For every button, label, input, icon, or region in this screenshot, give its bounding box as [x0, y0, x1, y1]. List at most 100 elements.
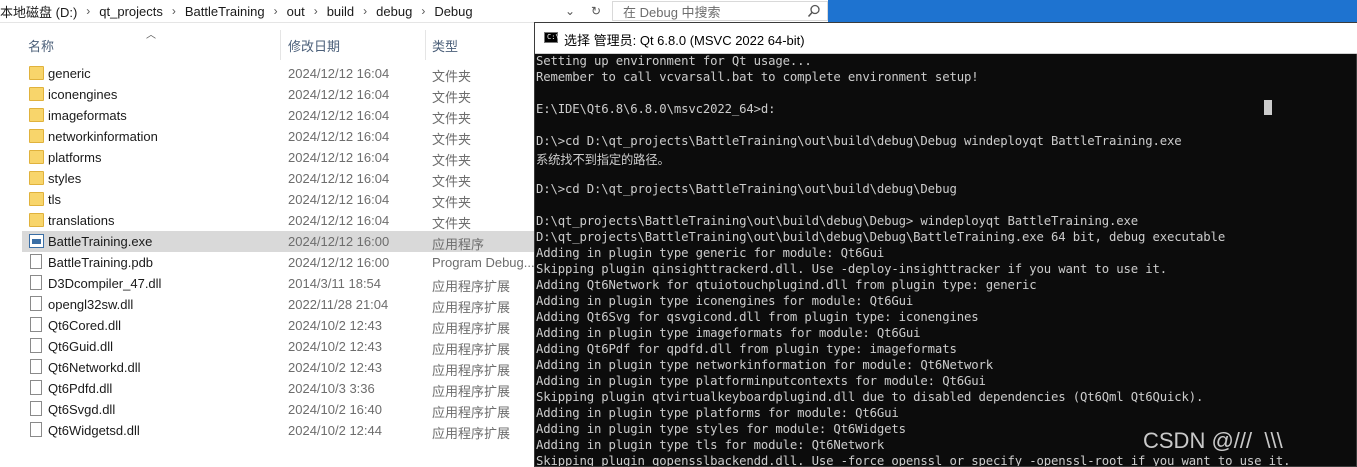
dll-icon	[30, 275, 42, 290]
search-input[interactable]: 在 Debug 中搜索	[612, 1, 828, 21]
console-line: Adding Qt6Svg for qsvgicond.dll from plu…	[536, 310, 979, 324]
file-date: 2024/12/12 16:04	[288, 129, 390, 144]
address-bar[interactable]: 本地磁盘 (D:) › qt_projects › BattleTraining › out…	[0, 0, 540, 23]
file-row[interactable]: Qt6Widgetsd.dll 2024/10/2 12:44 应用程序扩展	[22, 420, 540, 441]
file-row[interactable]: BattleTraining.exe 2024/12/12 16:00 应用程序	[22, 231, 540, 252]
file-type: 文件夹	[432, 111, 472, 126]
breadcrumb-item[interactable]: 本地磁盘 (D:)	[0, 2, 77, 21]
file-type: 文件夹	[432, 69, 472, 84]
file-row[interactable]: iconengines 2024/12/12 16:04 文件夹	[22, 84, 540, 105]
file-name: Qt6Widgetsd.dll	[48, 423, 140, 438]
column-type[interactable]: 类型	[432, 36, 458, 55]
file-name: translations	[48, 213, 115, 228]
file-date: 2024/12/12 16:04	[288, 66, 390, 81]
chevron-right-icon[interactable]: ›	[354, 4, 376, 18]
dll-icon	[30, 338, 42, 353]
console-line: Adding Qt6Network for qtuiotouchplugind.…	[536, 278, 1037, 292]
file-name: iconengines	[48, 87, 118, 102]
file-row[interactable]: Qt6Cored.dll 2024/10/2 12:43 应用程序扩展	[22, 315, 540, 336]
file-type: 应用程序扩展	[432, 363, 511, 378]
chevron-right-icon[interactable]: ›	[77, 4, 99, 18]
file-row[interactable]: platforms 2024/12/12 16:04 文件夹	[22, 147, 540, 168]
console-title: 选择 管理员: Qt 6.8.0 (MSVC 2022 64-bit)	[564, 33, 805, 48]
file-name: Qt6Cored.dll	[48, 318, 121, 333]
file-row[interactable]: opengl32sw.dll 2022/11/28 21:04 应用程序扩展	[22, 294, 540, 315]
exe-icon	[29, 234, 44, 248]
file-date: 2024/10/2 16:40	[288, 402, 382, 417]
dll-icon	[30, 359, 42, 374]
chevron-right-icon[interactable]: ›	[265, 4, 287, 18]
file-date: 2024/10/2 12:43	[288, 318, 382, 333]
file-row[interactable]: translations 2024/12/12 16:04 文件夹	[22, 210, 540, 231]
file-date: 2024/12/12 16:04	[288, 108, 390, 123]
file-type: 应用程序扩展	[432, 405, 511, 420]
breadcrumb-item[interactable]: out	[287, 4, 305, 19]
file-type: 应用程序扩展	[432, 426, 511, 441]
file-type: 文件夹	[432, 132, 472, 147]
folder-icon	[29, 171, 44, 185]
console-line: Adding in plugin type generic for module…	[536, 246, 885, 260]
chevron-right-icon[interactable]: ›	[163, 4, 185, 18]
file-row[interactable]: tls 2024/12/12 16:04 文件夹	[22, 189, 540, 210]
console-title-bar[interactable]: C:\ 选择 管理员: Qt 6.8.0 (MSVC 2022 64-bit)	[535, 23, 1357, 54]
search-placeholder: 在 Debug 中搜索	[623, 4, 721, 20]
refresh-icon[interactable]: ↻	[586, 0, 606, 22]
file-row[interactable]: Qt6Guid.dll 2024/10/2 12:43 应用程序扩展	[22, 336, 540, 357]
file-type: Program Debug...	[432, 255, 535, 270]
file-type: 文件夹	[432, 90, 472, 105]
file-row[interactable]: styles 2024/12/12 16:04 文件夹	[22, 168, 540, 189]
file-type: 应用程序扩展	[432, 300, 511, 315]
console-line: D:\qt_projects\BattleTraining\out\build\…	[536, 230, 1226, 244]
console-line: Adding in plugin type platforminputconte…	[536, 374, 986, 388]
dll-icon	[30, 317, 42, 332]
file-name: networkinformation	[48, 129, 158, 144]
console-line: E:\IDE\Qt6.8\6.8.0\msvc2022_64>d:	[536, 102, 776, 116]
file-row[interactable]: networkinformation 2024/12/12 16:04 文件夹	[22, 126, 540, 147]
file-row[interactable]: Qt6Svgd.dll 2024/10/2 16:40 应用程序扩展	[22, 399, 540, 420]
console-output[interactable]: Setting up environment for Qt usage... Re…	[535, 53, 1357, 466]
file-name: tls	[48, 192, 61, 207]
breadcrumb-item[interactable]: build	[327, 4, 354, 19]
console-line: Adding in plugin type iconengines for mo…	[536, 294, 914, 308]
console-line: Skipping plugin qtvirtualkeyboardplugind…	[536, 390, 1204, 404]
breadcrumb-item[interactable]: debug	[376, 4, 412, 19]
file-type: 文件夹	[432, 153, 472, 168]
console-window[interactable]: C:\ 选择 管理员: Qt 6.8.0 (MSVC 2022 64-bit) …	[534, 22, 1357, 467]
column-date[interactable]: 修改日期	[288, 36, 340, 55]
file-row[interactable]: generic 2024/12/12 16:04 文件夹	[22, 63, 540, 84]
file-date: 2024/10/3 3:36	[288, 381, 375, 396]
file-explorer-window: 本地磁盘 (D:) › qt_projects › BattleTraining › out…	[0, 0, 540, 467]
chevron-right-icon[interactable]: ›	[305, 4, 327, 18]
file-type: 文件夹	[432, 195, 472, 210]
file-name: platforms	[48, 150, 102, 165]
file-date: 2024/12/12 16:04	[288, 150, 390, 165]
address-dropdown-icon[interactable]: ⌄	[560, 0, 580, 22]
file-row[interactable]: imageformats 2024/12/12 16:04 文件夹	[22, 105, 540, 126]
folder-icon	[29, 213, 44, 227]
file-row[interactable]: Qt6Pdfd.dll 2024/10/3 3:36 应用程序扩展	[22, 378, 540, 399]
folder-icon	[29, 192, 44, 206]
file-name: Qt6Svgd.dll	[48, 402, 116, 417]
file-type: 应用程序扩展	[432, 342, 511, 357]
console-line: D:\qt_projects\BattleTraining\out\build\…	[536, 214, 1139, 228]
file-date: 2024/10/2 12:44	[288, 423, 382, 438]
console-line: Skipping plugin qinsighttrackerd.dll. Us…	[536, 262, 1168, 276]
breadcrumb-item[interactable]: BattleTraining	[185, 4, 265, 19]
column-name[interactable]: 名称	[28, 36, 54, 55]
console-line: Adding in plugin type imageformats for m…	[536, 326, 921, 340]
breadcrumb-item[interactable]: Debug	[434, 4, 472, 19]
sort-ascending-icon: ︿	[146, 30, 156, 41]
file-row[interactable]: BattleTraining.pdb 2024/12/12 16:00 Progra…	[22, 252, 540, 273]
file-name: Qt6Pdfd.dll	[48, 381, 113, 396]
watermark: CSDN @/// \\\	[1143, 428, 1283, 453]
console-line: Adding Qt6Pdf for qpdfd.dll from plugin …	[536, 342, 957, 356]
chevron-right-icon[interactable]: ›	[412, 4, 434, 18]
console-line: D:\>cd D:\qt_projects\BattleTraining\out…	[536, 182, 957, 196]
file-row[interactable]: Qt6Networkd.dll 2024/10/2 12:43 应用程序扩展	[22, 357, 540, 378]
column-divider[interactable]	[280, 30, 281, 60]
file-type: 应用程序扩展	[432, 321, 511, 336]
column-divider[interactable]	[425, 30, 426, 60]
breadcrumb-item[interactable]: qt_projects	[99, 4, 163, 19]
file-date: 2022/11/28 21:04	[288, 297, 389, 312]
file-row[interactable]: D3Dcompiler_47.dll 2014/3/11 18:54 应用程序扩展	[22, 273, 540, 294]
